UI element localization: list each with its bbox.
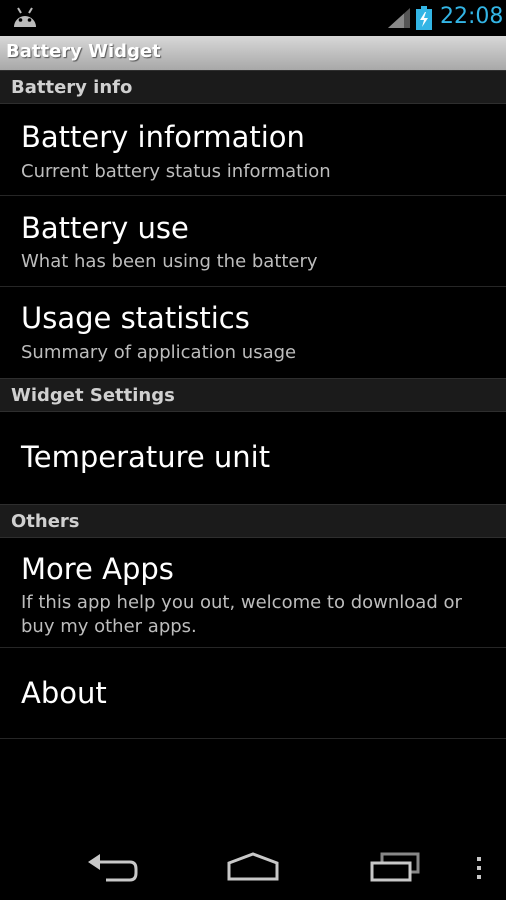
section-header-label: Widget Settings: [11, 385, 175, 406]
pref-title: Temperature unit: [21, 440, 271, 474]
pref-usage-statistics[interactable]: Usage statistics Summary of application …: [0, 287, 506, 378]
section-header-label: Others: [11, 511, 80, 532]
signal-icon: [388, 8, 410, 28]
section-header-battery-info: Battery info: [0, 70, 506, 104]
android-icon: [14, 7, 36, 27]
section-header-others: Others: [0, 504, 506, 538]
pref-battery-information[interactable]: Battery information Current battery stat…: [0, 104, 506, 196]
pref-title: Battery use: [21, 211, 189, 245]
section-header-widget-settings: Widget Settings: [0, 378, 506, 412]
pref-summary: If this app help you out, welcome to dow…: [21, 592, 462, 637]
pref-title: Battery information: [21, 120, 305, 154]
pref-title: More Apps: [21, 552, 174, 586]
recent-apps-icon[interactable]: [368, 852, 422, 882]
status-clock: 22:08: [440, 4, 504, 29]
pref-more-apps[interactable]: More Apps If this app help you out, welc…: [0, 538, 506, 648]
overflow-menu-icon[interactable]: [474, 856, 484, 880]
section-header-label: Battery info: [11, 77, 133, 98]
pref-summary: Summary of application usage: [21, 342, 297, 363]
pref-battery-use[interactable]: Battery use What has been using the batt…: [0, 196, 506, 287]
back-icon[interactable]: [86, 852, 138, 882]
home-icon[interactable]: [226, 852, 280, 882]
pref-title: Usage statistics: [21, 301, 250, 335]
pref-summary: Current battery status information: [21, 161, 331, 182]
pref-about[interactable]: About: [0, 648, 506, 739]
app-title: Battery Widget: [6, 41, 161, 62]
pref-title: About: [21, 676, 107, 710]
app-title-bar: Battery Widget: [0, 36, 506, 70]
pref-summary: What has been using the battery: [21, 251, 318, 272]
navigation-bar: [0, 830, 506, 900]
battery-charging-icon: [416, 6, 432, 30]
pref-temperature-unit[interactable]: Temperature unit: [0, 412, 506, 504]
status-bar: 22:08: [0, 0, 506, 36]
